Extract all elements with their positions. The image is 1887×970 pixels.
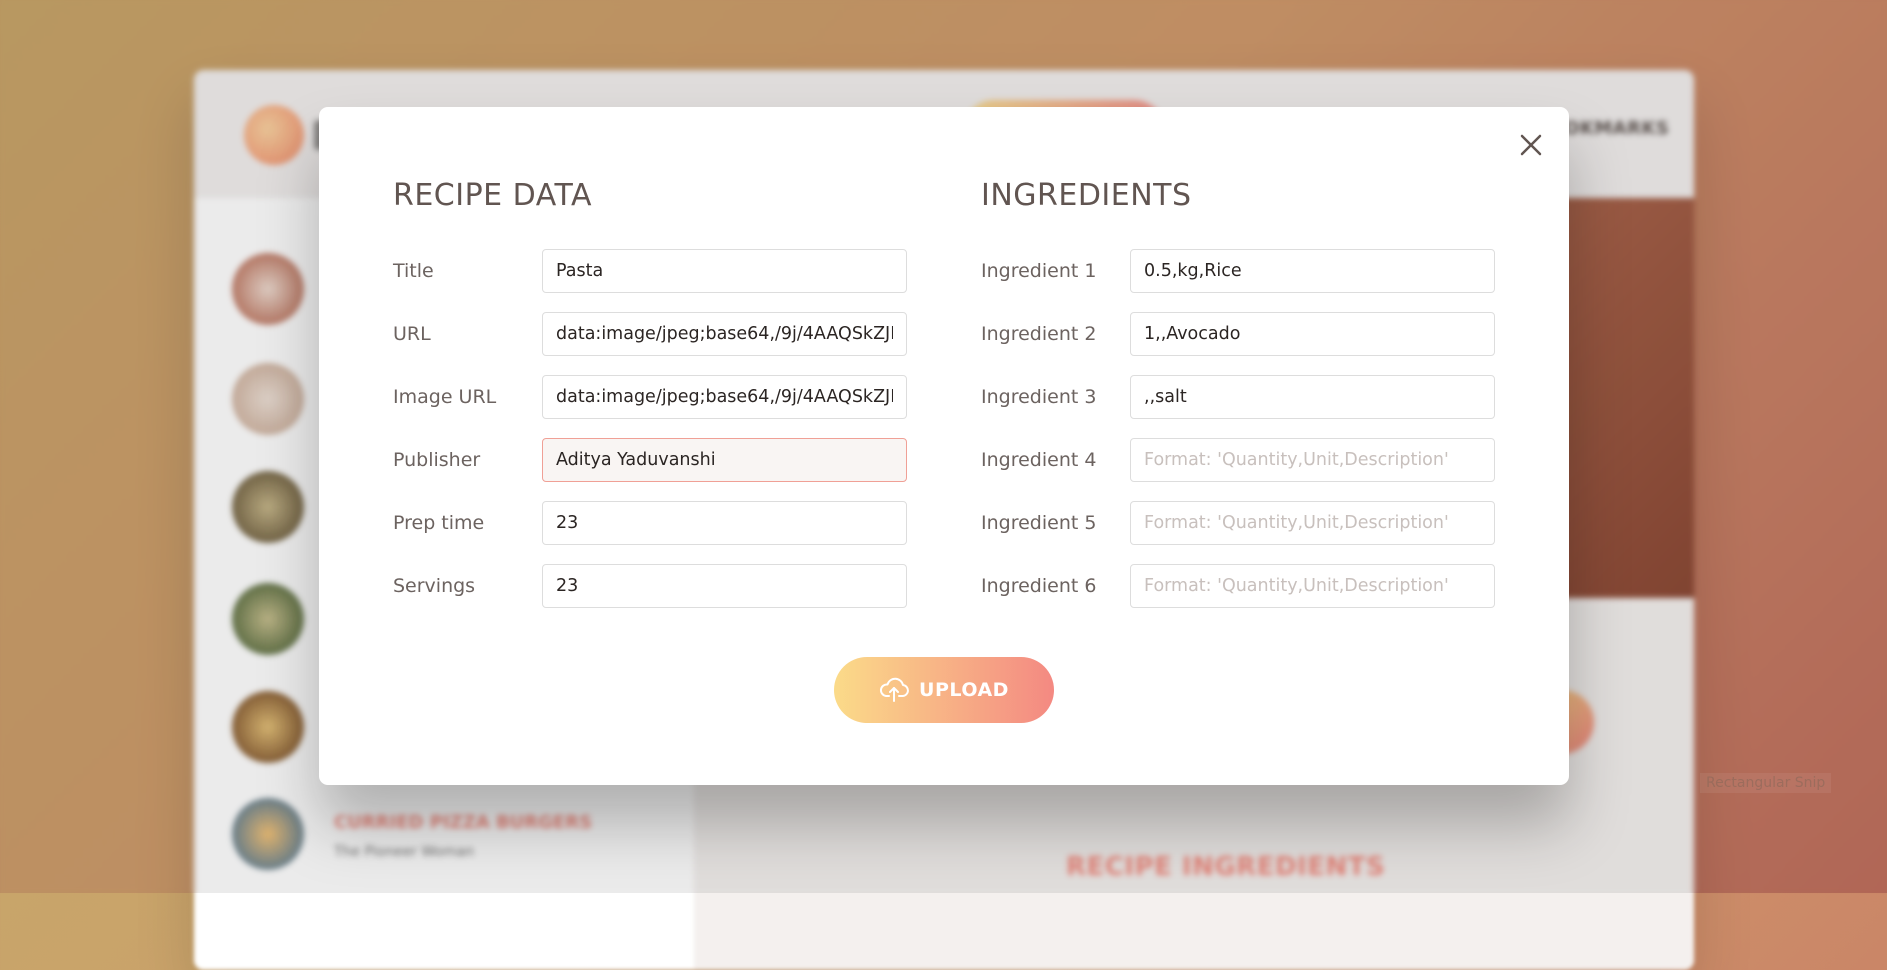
ingredients-heading: INGREDIENTS: [981, 178, 1192, 213]
recipe-data-section: RECIPE DATA Title URL Image URL Publishe…: [393, 173, 909, 617]
upload-recipe-modal: RECIPE DATA Title URL Image URL Publishe…: [319, 107, 1569, 785]
prep-time-label: Prep time: [393, 511, 485, 534]
ingredient-3-input[interactable]: [1130, 374, 1495, 419]
title-input[interactable]: [542, 248, 907, 293]
ingredient-6-label: Ingredient 6: [981, 574, 1097, 597]
ingredient-2-input[interactable]: [1130, 311, 1495, 356]
field-row-servings: Servings: [393, 554, 909, 617]
ingredient-4-input[interactable]: [1130, 437, 1495, 482]
publisher-input[interactable]: [542, 437, 907, 482]
field-row-url: URL: [393, 302, 909, 365]
close-button[interactable]: [1513, 127, 1549, 163]
field-row-title: Title: [393, 239, 909, 302]
ingredient-1-label: Ingredient 1: [981, 259, 1097, 282]
ingredients-section: INGREDIENTS Ingredient 1 Ingredient 2 In…: [981, 173, 1497, 617]
field-row-ingredient-5: Ingredient 5: [981, 491, 1497, 554]
ingredient-4-label: Ingredient 4: [981, 448, 1097, 471]
upload-button-label: UPLOAD: [919, 679, 1009, 701]
field-row-ingredient-4: Ingredient 4: [981, 428, 1497, 491]
url-input[interactable]: [542, 311, 907, 356]
ingredient-3-label: Ingredient 3: [981, 385, 1097, 408]
snip-hint: Rectangular Snip: [1700, 773, 1832, 793]
url-label: URL: [393, 322, 431, 345]
upload-button[interactable]: UPLOAD: [834, 657, 1054, 723]
image-url-input[interactable]: [542, 374, 907, 419]
ingredient-5-input[interactable]: [1130, 500, 1495, 545]
prep-time-input[interactable]: [542, 500, 907, 545]
field-row-ingredient-1: Ingredient 1: [981, 239, 1497, 302]
field-row-ingredient-6: Ingredient 6: [981, 554, 1497, 617]
ingredient-2-label: Ingredient 2: [981, 322, 1097, 345]
title-label: Title: [393, 259, 434, 282]
recipe-data-heading: RECIPE DATA: [393, 178, 592, 213]
cloud-upload-icon: [879, 677, 909, 703]
ingredient-6-input[interactable]: [1130, 563, 1495, 608]
field-row-prep-time: Prep time: [393, 491, 909, 554]
field-row-ingredient-2: Ingredient 2: [981, 302, 1497, 365]
ingredient-5-label: Ingredient 5: [981, 511, 1097, 534]
image-url-label: Image URL: [393, 385, 497, 408]
servings-label: Servings: [393, 574, 476, 597]
servings-input[interactable]: [542, 563, 907, 608]
close-icon: [1513, 127, 1549, 163]
publisher-label: Publisher: [393, 448, 481, 471]
field-row-publisher: Publisher: [393, 428, 909, 491]
field-row-ingredient-3: Ingredient 3: [981, 365, 1497, 428]
field-row-image-url: Image URL: [393, 365, 909, 428]
ingredient-1-input[interactable]: [1130, 248, 1495, 293]
